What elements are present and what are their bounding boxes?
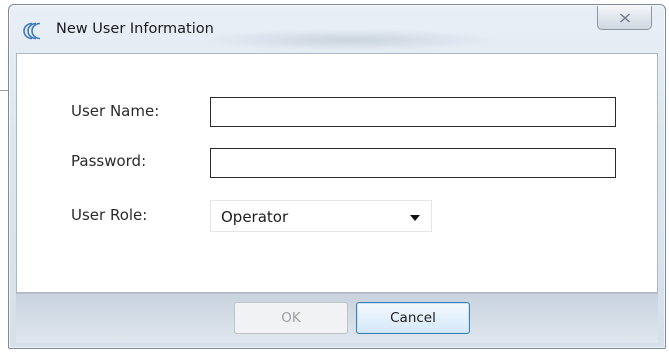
desktop-background: New User Information User Name: Password… [0,0,669,354]
cancel-button[interactable]: Cancel [356,302,470,334]
button-bar: OK Cancel [16,293,658,343]
new-user-dialog: New User Information User Name: Password… [8,4,666,349]
password-input[interactable] [210,148,616,178]
close-button[interactable] [597,6,652,30]
user-role-label: User Role: [71,206,148,224]
user-role-selected-value: Operator [221,208,289,226]
chevron-down-icon [410,215,420,221]
user-name-label: User Name: [71,102,160,120]
user-name-input[interactable] [210,97,616,127]
form-panel: User Name: Password: User Role: Operator [16,53,658,293]
user-role-dropdown[interactable]: Operator [210,200,432,232]
ok-button[interactable]: OK [234,302,348,334]
title-bar[interactable]: New User Information [9,5,665,53]
password-label: Password: [71,152,147,170]
app-logo-icon [21,22,45,40]
title-bar-glow [199,29,499,51]
window-title: New User Information [56,21,214,37]
close-icon [620,13,630,23]
